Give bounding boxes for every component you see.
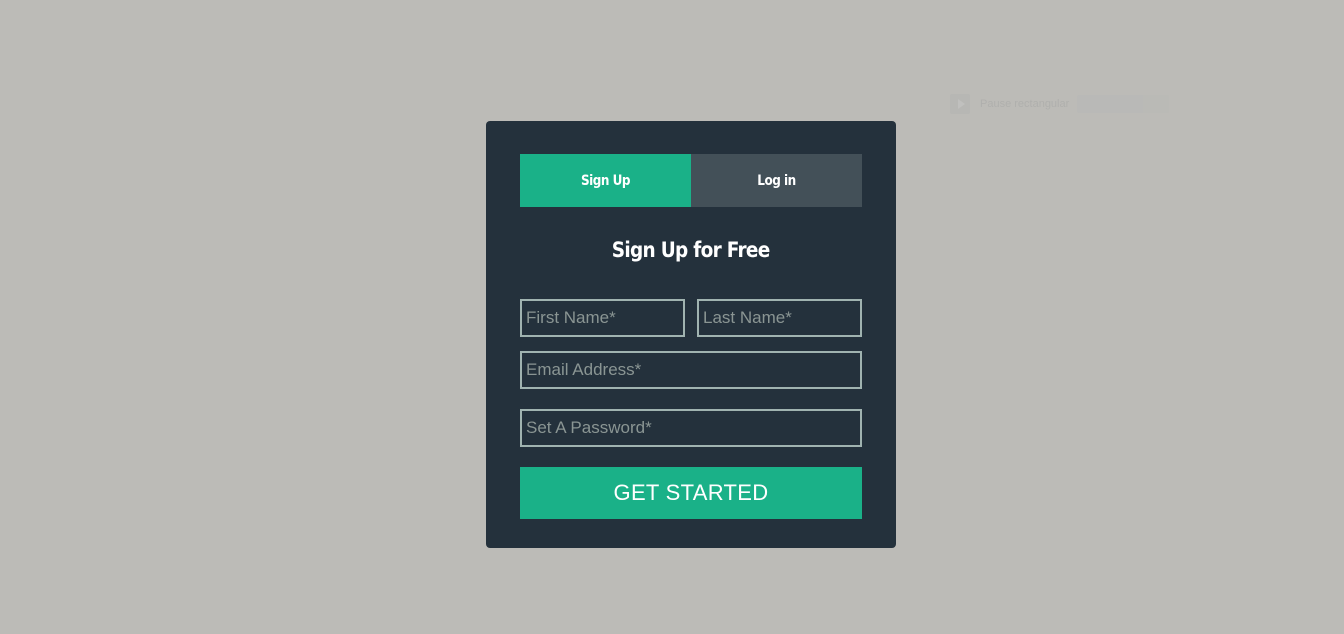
form-title: Sign Up for Free: [520, 238, 862, 262]
tab-log-in[interactable]: Log in: [691, 154, 862, 207]
form-title-text: Sign Up for Free: [612, 238, 770, 262]
email-field[interactable]: [520, 351, 862, 389]
tab-log-in-label: Log in: [757, 172, 796, 189]
tab-sign-up-label: Sign Up: [581, 172, 630, 189]
recorder-bar: [1077, 95, 1170, 113]
signup-card: Sign Up Log in Sign Up for Free GET STAR…: [486, 121, 896, 548]
recorder-label: Pause rectangular: [980, 98, 1070, 110]
get-started-button[interactable]: GET STARTED: [520, 467, 862, 519]
tab-group: Sign Up Log in: [520, 154, 862, 207]
first-name-field[interactable]: [520, 299, 685, 337]
play-icon[interactable]: [950, 94, 970, 114]
password-field[interactable]: [520, 409, 862, 447]
tab-sign-up[interactable]: Sign Up: [520, 154, 691, 207]
last-name-field[interactable]: [697, 299, 862, 337]
screen-recorder-overlay: Pause rectangular: [950, 93, 1186, 115]
